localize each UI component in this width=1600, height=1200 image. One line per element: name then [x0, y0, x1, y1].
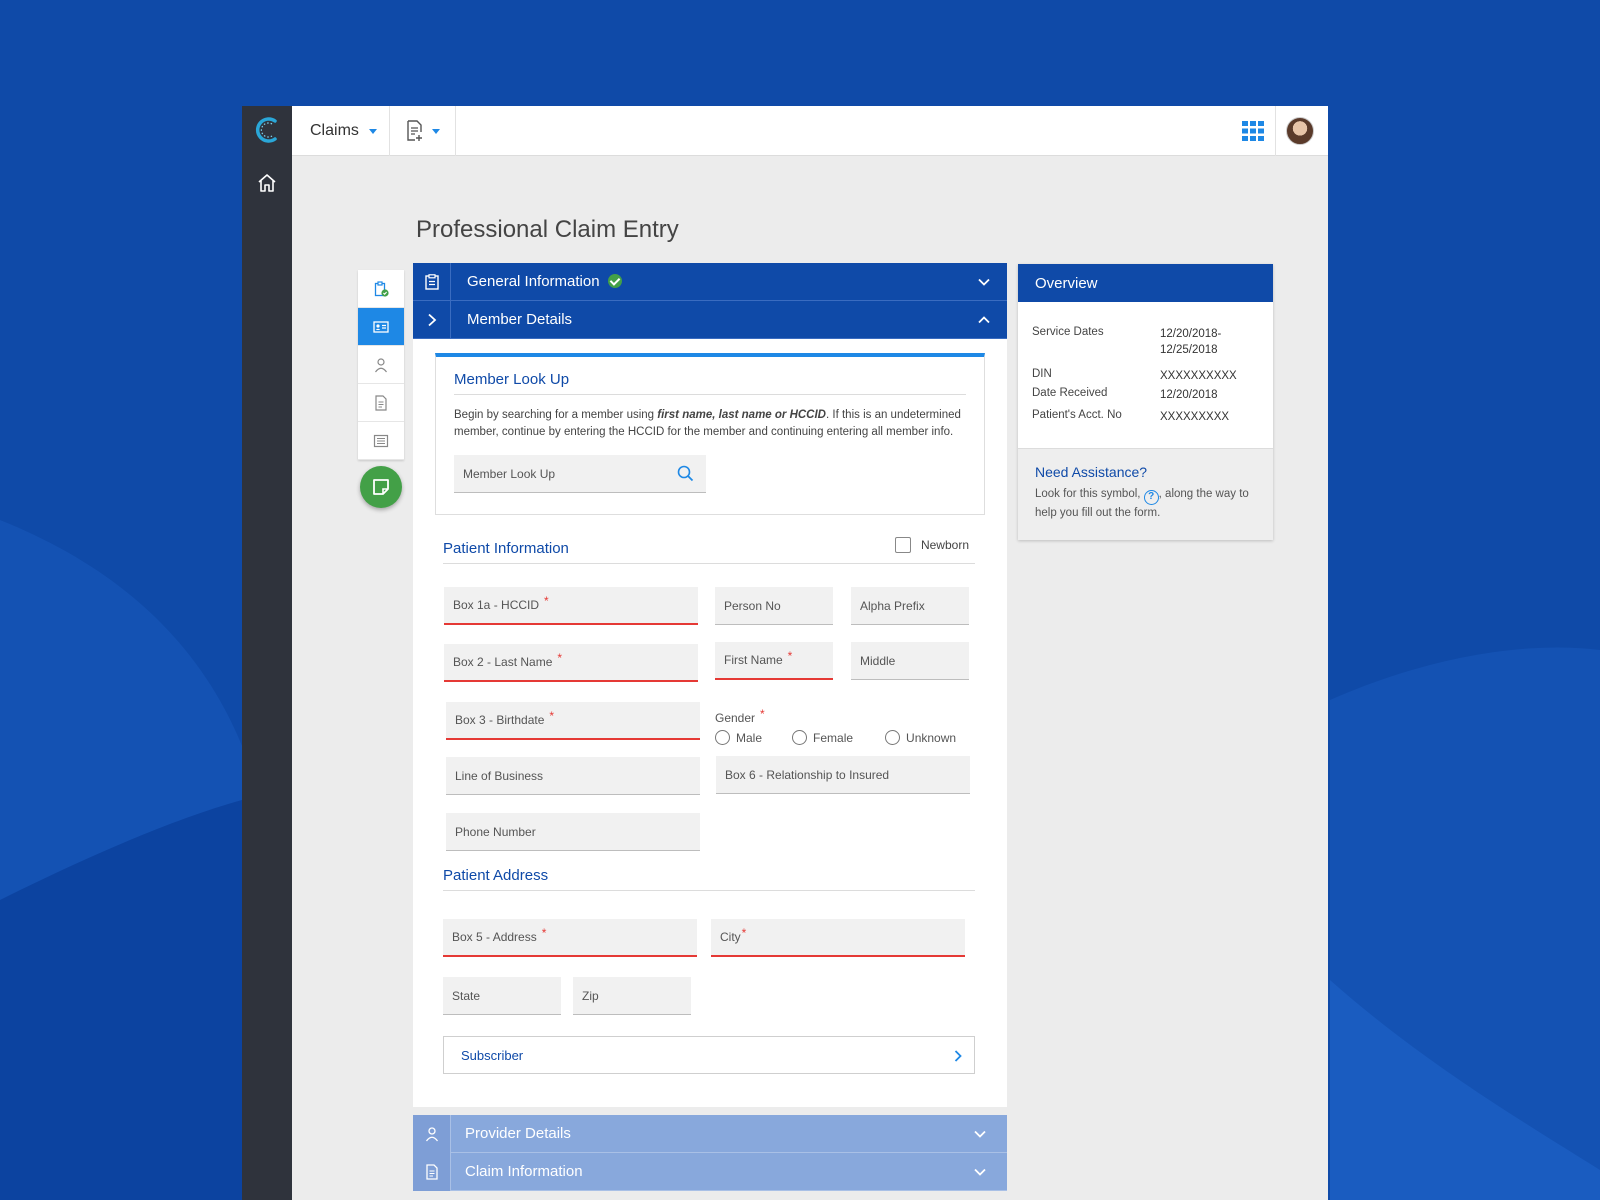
gender-female-radio[interactable]: Female	[792, 730, 853, 745]
section-label: Claim Information	[465, 1163, 583, 1180]
subscriber-link[interactable]: Subscriber	[443, 1036, 975, 1074]
chevron-down-icon[interactable]	[977, 275, 991, 289]
page-title: Professional Claim Entry	[416, 216, 679, 243]
overview-panel: Overview Service Dates 12/20/2018- 12/25/…	[1018, 264, 1273, 540]
member-details-body: Member Look Up Begin by searching for a …	[413, 339, 1007, 1107]
state-field[interactable]: State	[443, 977, 561, 1015]
zip-field[interactable]: Zip	[573, 977, 691, 1015]
step-claim-information[interactable]	[358, 384, 404, 422]
logo-c-icon[interactable]	[254, 116, 280, 144]
member-lookup-card: Member Look Up Begin by searching for a …	[435, 353, 985, 515]
note-icon	[373, 479, 389, 495]
overview-title: Overview	[1018, 264, 1273, 302]
document-icon	[425, 1163, 438, 1180]
app-window: Claims Professional Claim Entry General …	[242, 106, 1328, 1200]
divider	[1275, 106, 1276, 156]
member-lookup-description: Begin by searching for a member using fi…	[454, 409, 961, 438]
newborn-checkbox[interactable]: Newborn	[894, 537, 969, 553]
avatar[interactable]	[1286, 117, 1314, 145]
step-service-lines[interactable]	[358, 422, 404, 460]
help-icon[interactable]: ?	[1143, 490, 1159, 505]
member-lookup-input[interactable]: Member Look Up	[454, 455, 706, 493]
person-no-field[interactable]: Person No	[715, 587, 833, 625]
first-name-field[interactable]: First Name *	[715, 642, 833, 680]
last-name-field[interactable]: Box 2 - Last Name *	[444, 644, 698, 682]
phone-number-field[interactable]: Phone Number	[446, 813, 700, 851]
left-rail	[242, 106, 292, 1200]
city-field[interactable]: City *	[711, 919, 965, 957]
chevron-down-icon[interactable]	[973, 1165, 987, 1179]
patient-address-title: Patient Address	[443, 867, 549, 884]
chevron-down-icon	[431, 128, 440, 134]
patient-information-title: Patient Information	[443, 540, 569, 557]
line-of-business-field[interactable]: Line of Business	[446, 757, 700, 795]
document-icon	[375, 394, 387, 411]
assistance-text: Look for this symbol, ?, along the way t…	[1035, 488, 1249, 519]
alpha-prefix-field[interactable]: Alpha Prefix	[851, 587, 969, 625]
new-document-icon	[406, 120, 422, 141]
address-field[interactable]: Box 5 - Address *	[443, 919, 697, 957]
check-circle-icon	[607, 274, 622, 288]
notes-button[interactable]	[360, 466, 402, 508]
chevron-up-icon[interactable]	[977, 313, 991, 327]
checkbox-icon	[894, 537, 911, 553]
step-member-details[interactable]	[358, 308, 404, 346]
overview-row-service-dates: Service Dates 12/20/2018- 12/25/2018	[1032, 326, 1222, 356]
patient-address-header: Patient Address	[443, 859, 975, 891]
birthdate-field[interactable]: Box 3 - Birthdate *	[446, 702, 700, 740]
module-switcher[interactable]: Claims	[292, 106, 390, 156]
gender-label: Gender *	[715, 707, 765, 725]
claim-form: General Information Member Details Membe…	[413, 262, 1007, 1191]
chevron-down-icon[interactable]	[973, 1127, 987, 1141]
patient-information-header: Patient Information Newborn	[443, 532, 975, 564]
module-label: Claims	[310, 122, 359, 139]
list-icon	[373, 434, 389, 447]
new-document-menu[interactable]	[390, 106, 456, 156]
search-icon[interactable]	[677, 465, 694, 482]
hccid-field[interactable]: Box 1a - HCCID *	[444, 587, 698, 625]
section-label: Provider Details	[465, 1125, 571, 1142]
step-general-information[interactable]	[358, 270, 404, 308]
section-label: Member Details	[467, 311, 573, 328]
step-nav	[358, 270, 404, 460]
chevron-right-icon	[954, 1050, 962, 1062]
top-bar: Claims	[292, 106, 1328, 156]
assistance-title: Need Assistance?	[1035, 464, 1148, 480]
overview-row-date-received: Date Received 12/20/2018	[1032, 387, 1218, 401]
chevron-right-icon	[427, 313, 436, 326]
overview-row-account-no: Patient's Acct. No XXXXXXXXX	[1032, 409, 1230, 423]
assistance-box: Need Assistance? Look for this symbol, ?…	[1018, 448, 1273, 540]
person-icon	[375, 357, 387, 372]
overview-row-din: DIN XXXXXXXXXX	[1032, 368, 1237, 382]
step-provider-details[interactable]	[358, 346, 404, 384]
relationship-field[interactable]: Box 6 - Relationship to Insured	[716, 756, 970, 794]
section-general-information[interactable]: General Information	[413, 262, 1007, 301]
gender-unknown-radio[interactable]: Unknown	[885, 730, 956, 745]
member-lookup-title: Member Look Up	[454, 371, 966, 395]
app-grid-icon[interactable]	[1242, 120, 1264, 142]
clipboard-check-icon	[374, 280, 389, 297]
home-icon[interactable]	[256, 172, 278, 194]
gender-male-radio[interactable]: Male	[715, 730, 762, 745]
section-provider-details[interactable]: Provider Details	[413, 1114, 1007, 1153]
chevron-down-icon	[368, 128, 377, 134]
gender-radio-group: Male Female Unknown	[715, 730, 956, 745]
section-label: General Information	[467, 273, 600, 290]
person-icon	[425, 1126, 438, 1141]
section-claim-information[interactable]: Claim Information	[413, 1152, 1007, 1191]
section-member-details[interactable]: Member Details	[413, 300, 1007, 339]
middle-name-field[interactable]: Middle	[851, 642, 969, 680]
id-card-icon	[373, 320, 389, 333]
overview-body: Service Dates 12/20/2018- 12/25/2018 DIN X…	[1018, 302, 1273, 448]
clipboard-icon	[424, 273, 439, 290]
